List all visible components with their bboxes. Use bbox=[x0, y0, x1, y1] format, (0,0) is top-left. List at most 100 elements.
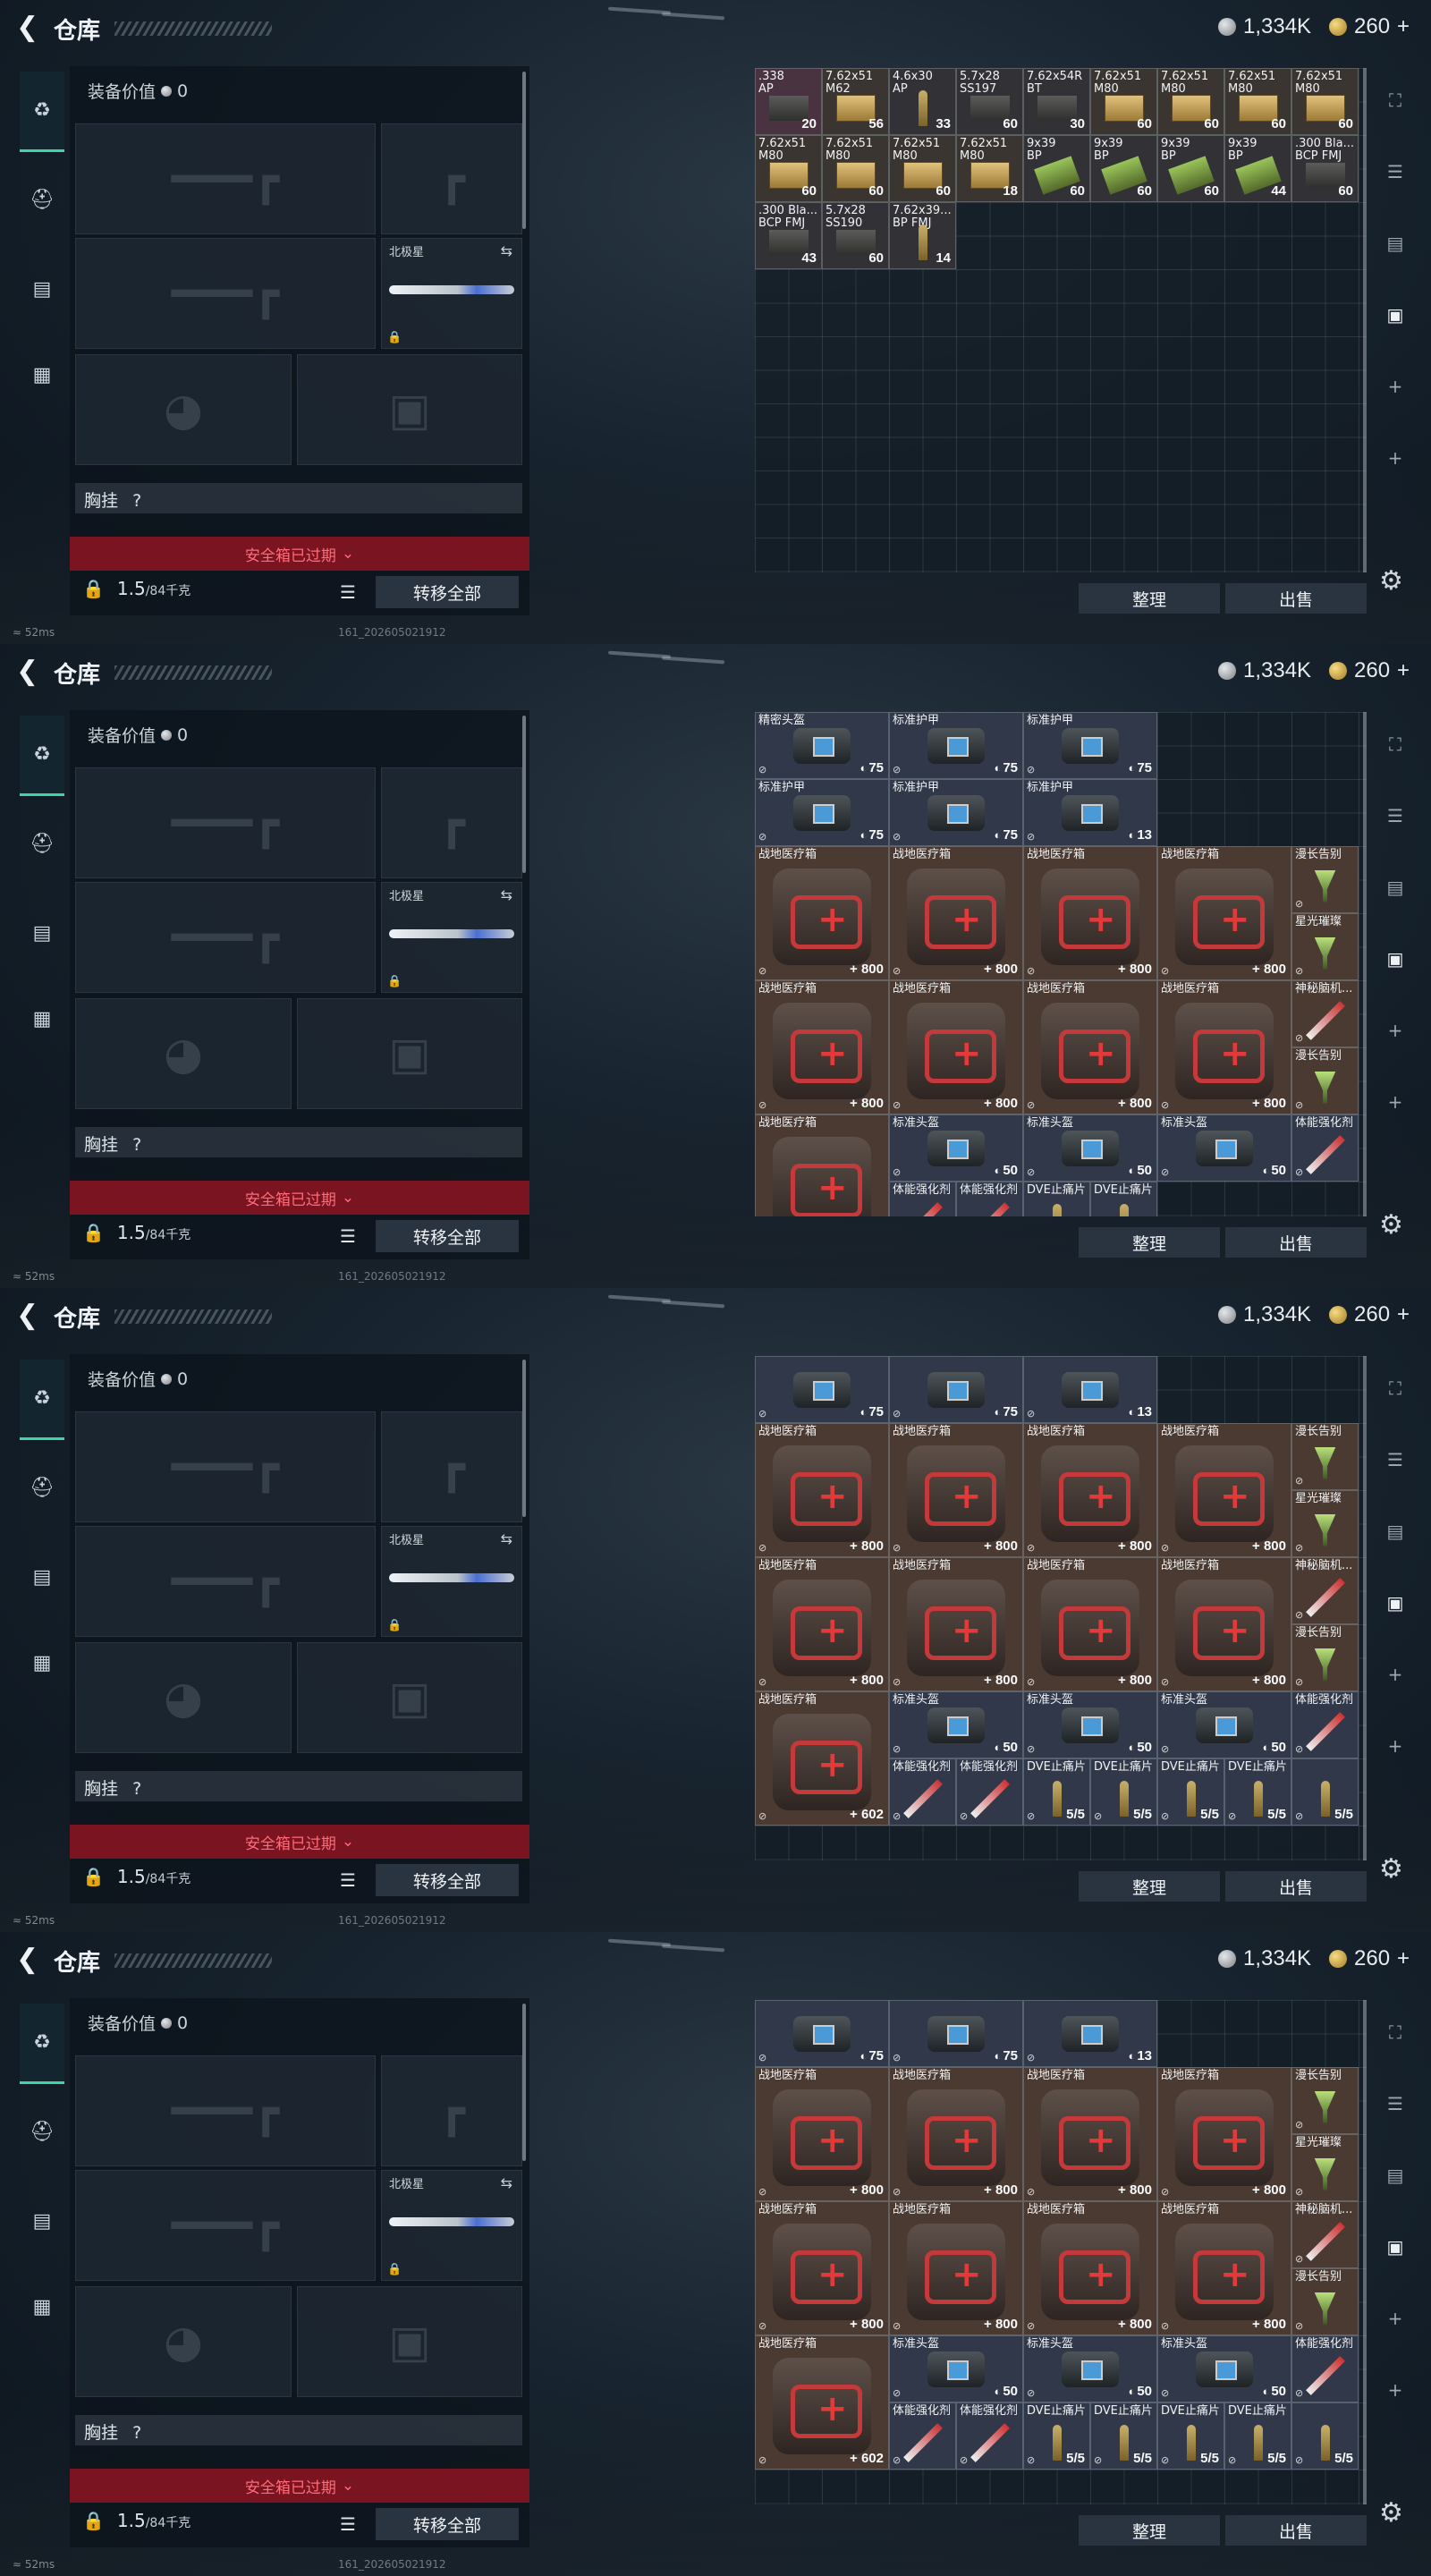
stash-item[interactable]: DVE止痛片⊘ bbox=[1023, 1182, 1090, 1216]
stash-item[interactable]: 标准头盔 ⊘ ◐ 50 bbox=[1157, 2335, 1291, 2402]
stash-item[interactable]: 体能强化剂⊘ bbox=[889, 1758, 956, 1826]
stash-item[interactable]: 战地医疗箱 ⊘ + 800 bbox=[1157, 846, 1291, 980]
loadout-scrollbar[interactable] bbox=[522, 1360, 526, 1517]
back-icon[interactable]: ❮ bbox=[16, 1946, 39, 1973]
stash-item[interactable]: 战地医疗箱 ⊘ + 800 bbox=[1023, 1557, 1157, 1691]
stash-item[interactable]: 神秘脑机... ⊘ bbox=[1291, 980, 1359, 1047]
gear-icon[interactable]: ⚙ bbox=[1379, 1853, 1403, 1885]
stash-item[interactable]: 7.62x51 M80 60 bbox=[889, 135, 956, 202]
briefcase-tab[interactable]: ▦ bbox=[20, 2275, 64, 2338]
helmet-tab[interactable]: ⛑ bbox=[20, 168, 64, 231]
shield-tab-icon[interactable]: ⛶ bbox=[1379, 86, 1411, 114]
tier-iv-add-icon[interactable]: ▣ bbox=[1379, 2233, 1411, 2261]
stash-item[interactable]: 体能强化剂⊘ bbox=[956, 1182, 1023, 1216]
stash-item[interactable]: 4.6x30 AP 33 bbox=[889, 68, 956, 135]
safebox-expired-banner[interactable]: 安全箱已过期 ⌄ bbox=[70, 537, 529, 571]
move-all-button[interactable]: 转移全部 bbox=[376, 1220, 519, 1252]
stash-item[interactable]: 战地医疗箱 ⊘ + 800 bbox=[1157, 2201, 1291, 2335]
stash-item[interactable]: ⊘ ◐ 13 bbox=[1023, 2000, 1157, 2067]
stash-item[interactable]: ⊘ ◐ 75 bbox=[755, 2000, 889, 2067]
primary-weapon-slot[interactable]: ━━━┏ bbox=[75, 2055, 376, 2166]
stash-item[interactable]: 标准护甲 ⊘ ◐ 75 bbox=[889, 779, 1023, 846]
gold-currency[interactable]: 260 + bbox=[1329, 14, 1410, 39]
stash-item[interactable]: 战地医疗箱 ⊘ + 800 bbox=[1023, 980, 1157, 1114]
helmet-tab[interactable]: ⛑ bbox=[20, 812, 64, 875]
stash-scrollbar[interactable] bbox=[1363, 68, 1367, 572]
helmet-tab[interactable]: ⛑ bbox=[20, 2100, 64, 2163]
weapon-tab[interactable]: ♻ bbox=[20, 716, 64, 796]
stash-item[interactable]: 体能强化剂⊘ bbox=[1291, 1114, 1359, 1182]
stash-item[interactable]: 标准头盔 ⊘ ◐ 50 bbox=[1157, 1691, 1291, 1758]
sell-button[interactable]: 出售 bbox=[1225, 1871, 1367, 1902]
rig-tab-icon[interactable]: ☰ bbox=[1379, 157, 1411, 186]
stash-item[interactable]: 战地医疗箱 ⊘ + 800 bbox=[755, 2067, 889, 2201]
stash-item[interactable]: DVE止痛片 ⊘ 5/5 bbox=[1157, 1758, 1224, 1826]
gold-plus[interactable]: + bbox=[1397, 658, 1410, 683]
stash-item[interactable]: ⊘ ◐ 13 bbox=[1023, 1356, 1157, 1423]
sort-button[interactable]: 整理 bbox=[1079, 1227, 1220, 1258]
tier-iv-tab-icon[interactable]: ▤ bbox=[1379, 873, 1411, 902]
sell-button[interactable]: 出售 bbox=[1225, 1227, 1367, 1258]
stash-item[interactable]: 漫长告别 ⊘ bbox=[1291, 846, 1359, 913]
back-icon[interactable]: ❮ bbox=[16, 14, 39, 41]
stash-item[interactable]: 星光璀璨 ⊘ bbox=[1291, 1490, 1359, 1557]
shield-tab-icon[interactable]: ⛶ bbox=[1379, 1374, 1411, 1402]
gold-plus[interactable]: + bbox=[1397, 14, 1410, 39]
melee-slot[interactable]: 北极星 ⇆ 🔒 bbox=[381, 1526, 522, 1637]
stash-item[interactable]: 标准头盔 ⊘ ◐ 50 bbox=[1023, 2335, 1157, 2402]
stash-item[interactable]: .338 AP 20 bbox=[755, 68, 822, 135]
stash-item[interactable]: 漫长告别 ⊘ bbox=[1291, 1047, 1359, 1114]
stash-item[interactable]: 战地医疗箱 ⊘ + 800 bbox=[889, 846, 1023, 980]
tier-iv-tab-icon[interactable]: ▤ bbox=[1379, 1517, 1411, 1546]
plus-icon[interactable]: + bbox=[1379, 1016, 1411, 1045]
stash-item[interactable]: 标准头盔 ⊘ ◐ 50 bbox=[889, 1114, 1023, 1182]
weapon-tab[interactable]: ♻ bbox=[20, 72, 64, 152]
sell-button[interactable]: 出售 bbox=[1225, 2515, 1367, 2546]
stash-item[interactable]: ⊘ ◐ 75 bbox=[889, 1356, 1023, 1423]
stash-item[interactable]: ⊘ 5/5 bbox=[1291, 2402, 1359, 2470]
stash-item[interactable]: .300 Bla... BCP FMJ 60 bbox=[1291, 135, 1359, 202]
stash-item[interactable]: 神秘脑机... ⊘ bbox=[1291, 2201, 1359, 2268]
briefcase-tab[interactable]: ▦ bbox=[20, 987, 64, 1050]
secondary-weapon-slot[interactable]: ━━━┏ bbox=[75, 2170, 376, 2281]
melee-slot[interactable]: 北极星 ⇆ 🔒 bbox=[381, 2170, 522, 2281]
plus-icon[interactable]: + bbox=[1379, 444, 1411, 472]
gear-icon[interactable]: ⚙ bbox=[1379, 565, 1403, 597]
stash-item[interactable]: 9x39 BP 60 bbox=[1090, 135, 1157, 202]
gold-currency[interactable]: 260 + bbox=[1329, 658, 1410, 683]
stash-item[interactable]: 星光璀璨 ⊘ bbox=[1291, 2134, 1359, 2201]
stash-item[interactable]: 战地医疗箱 ⊘ + 602 bbox=[755, 1691, 889, 1826]
stash-item[interactable]: DVE止痛片⊘ bbox=[1090, 1182, 1157, 1216]
rig-tab-icon[interactable]: ☰ bbox=[1379, 801, 1411, 830]
stash-item[interactable]: 标准护甲 ⊘ ◐ 13 bbox=[1023, 779, 1157, 846]
pistol-slot[interactable]: ┏ bbox=[381, 123, 522, 234]
armor-slot[interactable]: ▣ bbox=[297, 2286, 522, 2397]
stash-item[interactable]: 战地医疗箱⊘ bbox=[755, 1114, 889, 1216]
stash-item[interactable]: 体能强化剂⊘ bbox=[889, 2402, 956, 2470]
stash-item[interactable]: DVE止痛片 ⊘ 5/5 bbox=[1090, 2402, 1157, 2470]
plus-icon[interactable]: + bbox=[1379, 1660, 1411, 1689]
stash-item[interactable]: 战地医疗箱 ⊘ + 800 bbox=[755, 2201, 889, 2335]
melee-slot[interactable]: 北极星 ⇆ 🔒 bbox=[381, 238, 522, 349]
gold-plus[interactable]: + bbox=[1397, 1946, 1410, 1971]
stash-item[interactable]: 标准护甲 ⊘ ◐ 75 bbox=[889, 712, 1023, 779]
sort-button[interactable]: 整理 bbox=[1079, 2515, 1220, 2546]
armor-slot[interactable]: ▣ bbox=[297, 354, 522, 465]
stash-item[interactable]: 7.62x51 M80 60 bbox=[1090, 68, 1157, 135]
helmet-slot[interactable]: ◕ bbox=[75, 2286, 292, 2397]
stash-item[interactable]: 战地医疗箱 ⊘ + 800 bbox=[889, 1423, 1023, 1557]
stash-item[interactable]: 战地医疗箱 ⊘ + 800 bbox=[889, 2067, 1023, 2201]
chest-rig-slot[interactable]: 胸挂 ? bbox=[75, 1771, 522, 1801]
gold-plus[interactable]: + bbox=[1397, 1302, 1410, 1327]
stash-item[interactable]: 9x39 BP 60 bbox=[1023, 135, 1090, 202]
plus-icon[interactable]: + bbox=[1379, 1088, 1411, 1116]
stash-item[interactable]: 漫长告别 ⊘ bbox=[1291, 1624, 1359, 1691]
list-icon[interactable]: ☰ bbox=[340, 2513, 356, 2535]
stash-item[interactable]: 7.62x39... BP FMJ 14 bbox=[889, 202, 956, 269]
move-all-button[interactable]: 转移全部 bbox=[376, 1864, 519, 1896]
pistol-slot[interactable]: ┏ bbox=[381, 2055, 522, 2166]
stash-item[interactable]: 体能强化剂⊘ bbox=[956, 2402, 1023, 2470]
stash-item[interactable]: 漫长告别 ⊘ bbox=[1291, 2268, 1359, 2335]
primary-weapon-slot[interactable]: ━━━┏ bbox=[75, 1411, 376, 1522]
back-icon[interactable]: ❮ bbox=[16, 658, 39, 685]
